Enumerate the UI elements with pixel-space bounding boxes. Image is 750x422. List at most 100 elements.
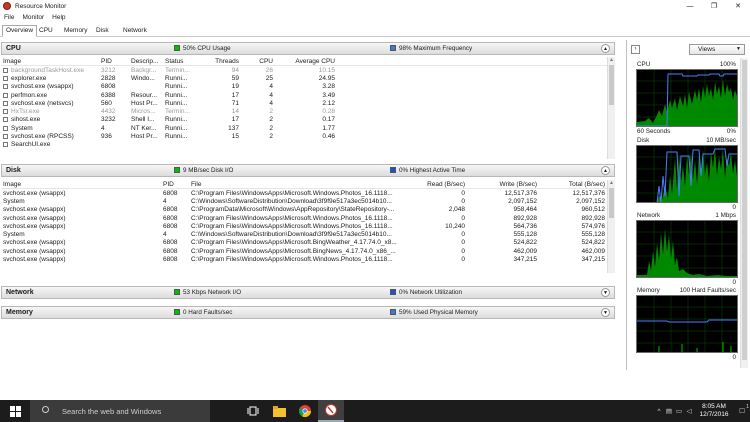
disk-section-title: Disk: [6, 167, 21, 174]
cpu-column-header[interactable]: CPU: [241, 58, 275, 65]
table-row[interactable]: svchost.exe (RPCSS) 936 Host Pr... Runni...…: [1, 132, 607, 140]
table-row[interactable]: HxTsr.exe 4432 Micros... Termin... 14 2 0.28: [1, 107, 607, 115]
cpu-section-title: CPU: [6, 45, 21, 52]
cpu-cell-text: 17: [231, 116, 239, 124]
tab-memory[interactable]: Memory: [61, 26, 90, 37]
row-checkbox[interactable]: [3, 84, 8, 90]
taskbar-clock[interactable]: 8:05 AM 12/7/2016: [694, 403, 734, 419]
disk-column-header[interactable]: Total (B/sec): [539, 181, 607, 188]
disk-column-header[interactable]: Read (B/sec): [401, 181, 467, 188]
table-row[interactable]: svchost.exe (netsvcs) 560 Host Pr... Runni.…: [1, 99, 607, 107]
row-checkbox[interactable]: [3, 92, 8, 98]
row-checkbox[interactable]: [3, 142, 8, 148]
views-dropdown-button[interactable]: Views ▼: [689, 43, 745, 55]
disk-column-header[interactable]: PID: [161, 181, 189, 188]
table-row[interactable]: svchost.exe (wsappx) 6808 C:\Program Files…: [1, 247, 607, 255]
network-io-text: 53 Kbps Network I/O: [183, 289, 242, 296]
cpu-column-header[interactable]: Image: [1, 58, 99, 65]
menu-help[interactable]: Help: [48, 14, 69, 21]
cpu-table-cell: 4: [241, 92, 275, 99]
taskbar-search-box[interactable]: Search the web and Windows: [30, 400, 210, 422]
cpu-column-header[interactable]: Descrip...: [129, 58, 163, 65]
tab-overview[interactable]: Overview: [2, 25, 38, 37]
cpu-cell-text: 14: [231, 108, 239, 116]
row-checkbox[interactable]: [3, 109, 8, 115]
table-row[interactable]: svchost.exe (wsappx) 6808 Runni... 19 4 3.28: [1, 83, 607, 91]
table-row[interactable]: svchost.exe (wsappx) 6808 C:\Program Files…: [1, 214, 607, 222]
table-row[interactable]: svchost.exe (wsappx) 6808 C:\ProgramData\M…: [1, 206, 607, 214]
graphs-scrollbar[interactable]: [740, 58, 748, 368]
chevron-up-icon[interactable]: ^: [654, 408, 664, 415]
cpu-section-header[interactable]: CPU 50% CPU Usage 98% Maximum Frequency …: [1, 42, 615, 55]
notifications-icon[interactable]: ☐ 1: [734, 404, 750, 415]
row-checkbox[interactable]: [3, 75, 8, 81]
network-icon[interactable]: ▤: [664, 407, 674, 415]
disk-table-cell: 6808: [161, 239, 189, 246]
table-row[interactable]: svchost.exe (wsappx) 6808 C:\Program Files…: [1, 255, 607, 263]
tab-network[interactable]: Network: [120, 26, 150, 37]
disk-graph-panel: Disk 10 MB/sec 0: [636, 136, 738, 211]
tab-cpu[interactable]: CPU: [36, 26, 56, 37]
disk-cell-text: C:\ProgramData\Microsoft\Windows\AppRepo…: [191, 206, 395, 214]
scroll-up-icon[interactable]: ▲: [608, 57, 615, 65]
network-graph-plot: [637, 221, 737, 277]
table-row[interactable]: System 4 C:\Windows\SoftwareDistribution\D…: [1, 197, 607, 205]
table-row[interactable]: svchost.exe (wsappx) 6808 C:\Program Files…: [1, 222, 607, 230]
disk-cell-text: svchost.exe (wsappx): [3, 247, 66, 255]
table-row[interactable]: SearchUI.exe: [1, 141, 607, 149]
disk-table-scrollbar[interactable]: ▲: [607, 180, 615, 273]
task-view-button[interactable]: [240, 400, 266, 422]
cpu-column-header[interactable]: Threads: [203, 58, 241, 65]
table-row[interactable]: backgroundTaskHost.exe 3212 Backgr... Termi…: [1, 66, 607, 74]
scroll-thumb[interactable]: [742, 60, 747, 360]
taskbar-chrome[interactable]: [292, 400, 318, 422]
table-row[interactable]: System 4 C:\Windows\SoftwareDistribution\D…: [1, 230, 607, 238]
tab-disk[interactable]: Disk: [93, 26, 112, 37]
table-row[interactable]: svchost.exe (wsappx) 6808 C:\Program Files…: [1, 239, 607, 247]
table-row[interactable]: explorer.exe 2828 Windo... Runni... 59 25 24.9…: [1, 74, 607, 82]
chevron-up-icon[interactable]: ▲: [601, 44, 610, 53]
row-checkbox[interactable]: [3, 134, 8, 140]
row-checkbox[interactable]: [3, 125, 8, 131]
cpu-column-header[interactable]: Average CPU: [275, 58, 337, 65]
disk-section-header[interactable]: Disk 9 MB/sec Disk I/O 0% Highest Active…: [1, 164, 615, 177]
disk-column-header[interactable]: File: [189, 181, 401, 188]
cpu-table-header: Image PID Descrip... Status Threads CPU Averag…: [1, 57, 607, 66]
menu-monitor[interactable]: Monitor: [18, 14, 48, 21]
views-label: Views: [698, 45, 716, 53]
table-row[interactable]: svchost.exe (wsappx) 6808 C:\Program Files…: [1, 189, 607, 197]
cpu-column-header[interactable]: Status: [163, 58, 203, 65]
collapse-panel-icon[interactable]: ›: [631, 44, 640, 54]
cpu-column-header[interactable]: PID: [99, 58, 129, 65]
minimize-button[interactable]: —: [678, 0, 702, 12]
battery-icon[interactable]: ▭: [674, 407, 684, 415]
table-row[interactable]: perfmon.exe 6388 Resour... Runni... 17 4 3.49: [1, 91, 607, 99]
row-checkbox[interactable]: [3, 117, 8, 123]
disk-cell-text: 574,976: [581, 222, 606, 230]
cpu-table-cell: System: [1, 125, 99, 132]
scroll-thumb[interactable]: [609, 188, 614, 218]
scroll-thumb[interactable]: [609, 65, 614, 105]
chevron-up-icon[interactable]: ▲: [601, 166, 610, 175]
table-row[interactable]: System 4 NT Ker... Runni... 137 2 1.77: [1, 124, 607, 132]
memory-section-header[interactable]: Memory 0 Hard Faults/sec 59% Used Physic…: [1, 306, 615, 319]
close-button[interactable]: ✕: [726, 0, 750, 12]
cpu-table-scrollbar[interactable]: ▲: [607, 57, 615, 159]
chevron-down-icon[interactable]: ▼: [601, 308, 610, 317]
taskbar-file-explorer[interactable]: [266, 400, 292, 422]
menu-file[interactable]: File: [0, 14, 18, 21]
row-checkbox[interactable]: [3, 67, 8, 73]
network-section-header[interactable]: Network 53 Kbps Network I/O 0% Network U…: [1, 286, 615, 299]
maximize-button[interactable]: ❐: [702, 0, 726, 12]
disk-column-header[interactable]: Image: [1, 181, 161, 188]
taskbar-resource-monitor[interactable]: [318, 400, 344, 422]
volume-icon[interactable]: ◁: [684, 407, 694, 415]
chevron-down-icon[interactable]: ▼: [601, 288, 610, 297]
disk-column-header[interactable]: Write (B/sec): [467, 181, 539, 188]
scroll-up-icon[interactable]: ▲: [608, 180, 615, 188]
cpu-cell-text: 2.12: [322, 99, 335, 107]
table-row[interactable]: sihost.exe 3232 Shell I... Runni... 17 2 0.17: [1, 116, 607, 124]
start-button[interactable]: [0, 400, 30, 422]
disk-table-cell: 574,976: [539, 223, 607, 230]
row-checkbox[interactable]: [3, 100, 8, 106]
